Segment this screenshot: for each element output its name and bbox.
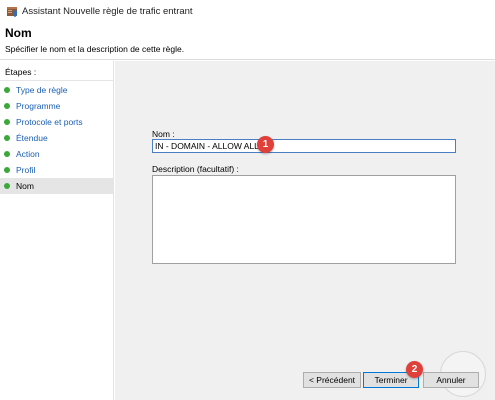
step-label: Profil bbox=[16, 165, 36, 175]
page-description: Spécifier le nom et la description de ce… bbox=[5, 44, 185, 54]
step-item-programme[interactable]: Programme bbox=[0, 98, 114, 114]
step-item-profil[interactable]: Profil bbox=[0, 162, 114, 178]
wizard-header: Nom Spécifier le nom et la description d… bbox=[0, 22, 495, 60]
step-complete-icon bbox=[4, 167, 10, 173]
step-complete-icon bbox=[4, 103, 10, 109]
step-label: Protocole et ports bbox=[16, 117, 83, 127]
previous-button[interactable]: < Précédent bbox=[303, 372, 361, 388]
window-title: Assistant Nouvelle règle de trafic entra… bbox=[22, 6, 193, 17]
step-item-type-de-regle[interactable]: Type de règle bbox=[0, 82, 114, 98]
step-label: Programme bbox=[16, 101, 61, 111]
step-label: Action bbox=[16, 149, 40, 159]
firewall-shield-icon bbox=[7, 7, 17, 17]
step-item-action[interactable]: Action bbox=[0, 146, 114, 162]
description-label: Description (facultatif) : bbox=[152, 164, 239, 174]
step-label: Nom bbox=[16, 181, 34, 191]
name-label: Nom : bbox=[152, 129, 175, 139]
cancel-button[interactable]: Annuler bbox=[423, 372, 479, 388]
step-complete-icon bbox=[4, 87, 10, 93]
annotation-badge-1: 1 bbox=[257, 136, 274, 153]
wizard-window: Assistant Nouvelle règle de trafic entra… bbox=[0, 0, 495, 400]
steps-heading: Étapes : bbox=[0, 67, 115, 81]
step-complete-icon bbox=[4, 183, 10, 189]
step-label: Étendue bbox=[16, 133, 48, 143]
step-item-etendue[interactable]: Étendue bbox=[0, 130, 114, 146]
step-item-nom[interactable]: Nom bbox=[0, 178, 114, 194]
step-complete-icon bbox=[4, 135, 10, 141]
title-bar: Assistant Nouvelle règle de trafic entra… bbox=[0, 0, 495, 22]
page-title: Nom bbox=[5, 26, 32, 40]
step-item-protocole-et-ports[interactable]: Protocole et ports bbox=[0, 114, 114, 130]
step-complete-icon bbox=[4, 151, 10, 157]
step-complete-icon bbox=[4, 119, 10, 125]
steps-sidebar: Étapes : Type de règle Programme Protoco… bbox=[0, 61, 115, 400]
rule-name-input[interactable] bbox=[152, 139, 456, 153]
step-label: Type de règle bbox=[16, 85, 68, 95]
description-textarea[interactable] bbox=[152, 175, 456, 264]
annotation-badge-2: 2 bbox=[406, 361, 423, 378]
